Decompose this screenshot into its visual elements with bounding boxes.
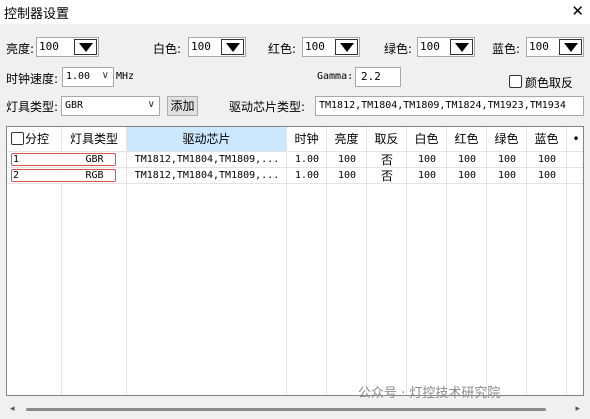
row-green: 100	[497, 154, 517, 165]
row-brightness: 100	[337, 170, 357, 181]
row-brightness: 100	[337, 154, 357, 165]
white-label: 白色:	[153, 42, 182, 56]
brightness-label: 亮度:	[6, 42, 35, 56]
triangle-down-icon	[226, 43, 240, 52]
row-white: 100	[417, 170, 437, 181]
gamma-value: 2.2	[361, 70, 381, 83]
clock-select[interactable]: 1.00 ∨	[62, 67, 114, 87]
white-value: 100	[191, 40, 211, 53]
header-invert[interactable]: 取反	[367, 127, 407, 151]
brightness-dropdown-button[interactable]	[74, 39, 97, 55]
chevron-down-icon: ∨	[147, 99, 155, 110]
brightness-spinner[interactable]: 100	[36, 37, 99, 57]
red-value: 100	[305, 40, 325, 53]
title-bar: 控制器设置 ✕	[0, 0, 590, 24]
header-red[interactable]: 红色	[447, 127, 487, 151]
triangle-down-icon	[455, 43, 469, 52]
scroll-left-icon[interactable]: ◂	[10, 404, 15, 414]
header-brightness[interactable]: 亮度	[327, 127, 367, 151]
triangle-down-icon	[79, 43, 93, 52]
scroll-right-icon[interactable]: ▸	[575, 404, 580, 414]
lamp-type-value: GBR	[65, 100, 84, 111]
invert-color-label: 颜色取反	[525, 76, 574, 90]
window-title: 控制器设置	[4, 7, 70, 22]
row-clock: 1.00	[294, 170, 320, 181]
chip-type-label: 驱动芯片类型:	[229, 100, 306, 114]
red-label: 红色:	[268, 42, 297, 56]
header-white[interactable]: 白色	[407, 127, 447, 151]
row-driver-chip: TM1812,TM1804,TM1809,...	[134, 170, 280, 181]
row-white: 100	[417, 154, 437, 165]
blue-spinner[interactable]: 100	[526, 37, 584, 57]
chip-type-select[interactable]: TM1812,TM1804,TM1809,TM1824,TM1923,TM193…	[315, 96, 584, 116]
green-spinner[interactable]: 100	[417, 37, 475, 57]
gamma-input[interactable]: 2.2	[355, 67, 401, 87]
clock-label: 时钟速度:	[6, 72, 59, 86]
watermark-text: 公众号 · 灯控技术研究院	[358, 386, 501, 401]
triangle-down-icon	[340, 43, 354, 52]
row-green: 100	[497, 170, 517, 181]
row-subcontrol: 1	[13, 154, 20, 165]
row-clock: 1.00	[294, 154, 320, 165]
select-all-checkbox[interactable]	[11, 132, 24, 145]
green-value: 100	[420, 40, 440, 53]
white-dropdown-button[interactable]	[221, 39, 244, 55]
row-blue: 100	[537, 170, 557, 181]
table-header: 分控 灯具类型 驱动芯片 时钟 亮度 取反 白色 红色 绿色 蓝色 •	[7, 127, 583, 151]
blue-dropdown-button[interactable]	[559, 39, 582, 55]
chip-type-value: TM1812,TM1804,TM1809,TM1824,TM1923,TM193…	[319, 100, 566, 111]
horizontal-scrollbar[interactable]: ◂ ▸	[6, 402, 584, 416]
scrollbar-thumb[interactable]	[26, 408, 546, 411]
invert-color-checkbox[interactable]	[509, 75, 522, 88]
triangle-down-icon	[564, 43, 578, 52]
row-lamp-type: GBR	[85, 154, 104, 165]
blue-label: 蓝色:	[492, 42, 521, 56]
chevron-down-icon: ∨	[101, 70, 109, 81]
green-label: 绿色:	[384, 42, 413, 56]
lamp-type-label: 灯具类型:	[6, 100, 59, 114]
row-lamp-type: RGB	[85, 170, 104, 181]
red-dropdown-button[interactable]	[335, 39, 358, 55]
gamma-label: Gamma:	[317, 71, 354, 82]
row-blue: 100	[537, 154, 557, 165]
header-blue[interactable]: 蓝色	[527, 127, 567, 151]
blue-value: 100	[529, 40, 549, 53]
row-red: 100	[457, 170, 477, 181]
header-clock[interactable]: 时钟	[287, 127, 327, 151]
row-red: 100	[457, 154, 477, 165]
white-spinner[interactable]: 100	[188, 37, 246, 57]
red-spinner[interactable]: 100	[302, 37, 360, 57]
brightness-value: 100	[39, 40, 59, 53]
header-lamp-type[interactable]: 灯具类型	[62, 127, 127, 151]
header-green[interactable]: 绿色	[487, 127, 527, 151]
header-driver-chip[interactable]: 驱动芯片	[127, 127, 287, 151]
row-invert: 否	[380, 153, 393, 167]
row-driver-chip: TM1812,TM1804,TM1809,...	[134, 154, 280, 165]
clock-unit: MHz	[116, 71, 135, 82]
close-icon[interactable]: ✕	[571, 2, 584, 20]
lamp-type-select[interactable]: GBR ∨	[61, 96, 160, 116]
controller-table[interactable]: 分控 灯具类型 驱动芯片 时钟 亮度 取反 白色 红色 绿色 蓝色 • 1 GB…	[6, 126, 584, 396]
add-button[interactable]: 添加	[167, 96, 198, 116]
row-invert: 否	[380, 169, 393, 183]
header-overflow: •	[572, 132, 580, 146]
row-subcontrol: 2	[13, 170, 20, 181]
clock-value: 1.00	[66, 71, 91, 82]
green-dropdown-button[interactable]	[450, 39, 473, 55]
